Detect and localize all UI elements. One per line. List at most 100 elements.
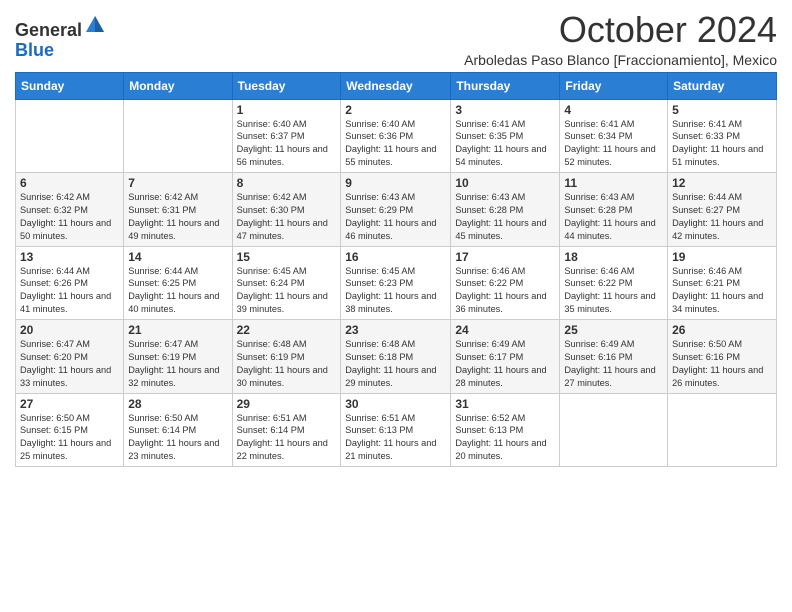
day-number: 26 [672,323,772,337]
calendar-week-row: 1Sunrise: 6:40 AMSunset: 6:37 PMDaylight… [16,99,777,173]
calendar-day-cell: 24Sunrise: 6:49 AMSunset: 6:17 PMDayligh… [451,320,560,394]
day-number: 25 [564,323,663,337]
calendar-week-row: 20Sunrise: 6:47 AMSunset: 6:20 PMDayligh… [16,320,777,394]
calendar-week-row: 13Sunrise: 6:44 AMSunset: 6:26 PMDayligh… [16,246,777,320]
day-number: 9 [345,176,446,190]
day-number: 24 [455,323,555,337]
calendar-day-cell: 8Sunrise: 6:42 AMSunset: 6:30 PMDaylight… [232,173,341,247]
day-number: 27 [20,397,119,411]
location-title: Arboledas Paso Blanco [Fraccionamiento],… [464,52,777,68]
day-header-tuesday: Tuesday [232,72,341,99]
day-number: 8 [237,176,337,190]
logo-general: General [15,20,82,40]
day-number: 22 [237,323,337,337]
title-block: October 2024 Arboledas Paso Blanco [Frac… [464,10,777,68]
day-number: 29 [237,397,337,411]
calendar-day-cell: 9Sunrise: 6:43 AMSunset: 6:29 PMDaylight… [341,173,451,247]
calendar-day-cell: 28Sunrise: 6:50 AMSunset: 6:14 PMDayligh… [124,393,232,467]
day-number: 4 [564,103,663,117]
calendar-day-cell: 12Sunrise: 6:44 AMSunset: 6:27 PMDayligh… [668,173,777,247]
day-info: Sunrise: 6:52 AMSunset: 6:13 PMDaylight:… [455,412,555,464]
day-info: Sunrise: 6:40 AMSunset: 6:37 PMDaylight:… [237,118,337,170]
calendar-day-cell: 2Sunrise: 6:40 AMSunset: 6:36 PMDaylight… [341,99,451,173]
calendar-day-cell: 23Sunrise: 6:48 AMSunset: 6:18 PMDayligh… [341,320,451,394]
logo-blue: Blue [15,40,54,60]
calendar-day-cell: 29Sunrise: 6:51 AMSunset: 6:14 PMDayligh… [232,393,341,467]
calendar-day-cell: 17Sunrise: 6:46 AMSunset: 6:22 PMDayligh… [451,246,560,320]
day-info: Sunrise: 6:47 AMSunset: 6:20 PMDaylight:… [20,338,119,390]
day-number: 17 [455,250,555,264]
day-header-monday: Monday [124,72,232,99]
day-number: 30 [345,397,446,411]
calendar-day-cell: 20Sunrise: 6:47 AMSunset: 6:20 PMDayligh… [16,320,124,394]
calendar-day-cell: 19Sunrise: 6:46 AMSunset: 6:21 PMDayligh… [668,246,777,320]
day-number: 15 [237,250,337,264]
day-header-friday: Friday [560,72,668,99]
calendar-day-cell: 26Sunrise: 6:50 AMSunset: 6:16 PMDayligh… [668,320,777,394]
day-number: 31 [455,397,555,411]
calendar-day-cell: 21Sunrise: 6:47 AMSunset: 6:19 PMDayligh… [124,320,232,394]
day-info: Sunrise: 6:49 AMSunset: 6:16 PMDaylight:… [564,338,663,390]
day-info: Sunrise: 6:49 AMSunset: 6:17 PMDaylight:… [455,338,555,390]
day-info: Sunrise: 6:51 AMSunset: 6:13 PMDaylight:… [345,412,446,464]
calendar-day-cell: 5Sunrise: 6:41 AMSunset: 6:33 PMDaylight… [668,99,777,173]
day-number: 1 [237,103,337,117]
calendar-day-cell: 6Sunrise: 6:42 AMSunset: 6:32 PMDaylight… [16,173,124,247]
day-number: 23 [345,323,446,337]
day-info: Sunrise: 6:42 AMSunset: 6:32 PMDaylight:… [20,191,119,243]
day-info: Sunrise: 6:42 AMSunset: 6:31 PMDaylight:… [128,191,227,243]
day-number: 14 [128,250,227,264]
calendar-week-row: 27Sunrise: 6:50 AMSunset: 6:15 PMDayligh… [16,393,777,467]
month-title: October 2024 [464,10,777,50]
day-header-saturday: Saturday [668,72,777,99]
day-number: 16 [345,250,446,264]
day-info: Sunrise: 6:45 AMSunset: 6:23 PMDaylight:… [345,265,446,317]
day-number: 7 [128,176,227,190]
day-number: 18 [564,250,663,264]
day-number: 13 [20,250,119,264]
day-number: 20 [20,323,119,337]
day-info: Sunrise: 6:48 AMSunset: 6:19 PMDaylight:… [237,338,337,390]
day-info: Sunrise: 6:47 AMSunset: 6:19 PMDaylight:… [128,338,227,390]
day-number: 11 [564,176,663,190]
day-header-wednesday: Wednesday [341,72,451,99]
day-info: Sunrise: 6:41 AMSunset: 6:33 PMDaylight:… [672,118,772,170]
day-info: Sunrise: 6:46 AMSunset: 6:21 PMDaylight:… [672,265,772,317]
calendar-day-cell [560,393,668,467]
day-info: Sunrise: 6:46 AMSunset: 6:22 PMDaylight:… [564,265,663,317]
day-info: Sunrise: 6:46 AMSunset: 6:22 PMDaylight:… [455,265,555,317]
calendar-day-cell: 14Sunrise: 6:44 AMSunset: 6:25 PMDayligh… [124,246,232,320]
day-info: Sunrise: 6:50 AMSunset: 6:14 PMDaylight:… [128,412,227,464]
day-number: 5 [672,103,772,117]
calendar-day-cell: 22Sunrise: 6:48 AMSunset: 6:19 PMDayligh… [232,320,341,394]
day-number: 2 [345,103,446,117]
day-info: Sunrise: 6:50 AMSunset: 6:15 PMDaylight:… [20,412,119,464]
calendar-week-row: 6Sunrise: 6:42 AMSunset: 6:32 PMDaylight… [16,173,777,247]
day-info: Sunrise: 6:42 AMSunset: 6:30 PMDaylight:… [237,191,337,243]
calendar-day-cell: 3Sunrise: 6:41 AMSunset: 6:35 PMDaylight… [451,99,560,173]
day-info: Sunrise: 6:44 AMSunset: 6:25 PMDaylight:… [128,265,227,317]
day-header-sunday: Sunday [16,72,124,99]
day-info: Sunrise: 6:43 AMSunset: 6:28 PMDaylight:… [455,191,555,243]
day-number: 6 [20,176,119,190]
day-info: Sunrise: 6:45 AMSunset: 6:24 PMDaylight:… [237,265,337,317]
calendar-day-cell: 10Sunrise: 6:43 AMSunset: 6:28 PMDayligh… [451,173,560,247]
calendar-day-cell [668,393,777,467]
calendar-day-cell: 4Sunrise: 6:41 AMSunset: 6:34 PMDaylight… [560,99,668,173]
day-info: Sunrise: 6:41 AMSunset: 6:34 PMDaylight:… [564,118,663,170]
calendar-day-cell: 1Sunrise: 6:40 AMSunset: 6:37 PMDaylight… [232,99,341,173]
day-info: Sunrise: 6:44 AMSunset: 6:26 PMDaylight:… [20,265,119,317]
calendar-header-row: SundayMondayTuesdayWednesdayThursdayFrid… [16,72,777,99]
calendar-day-cell: 31Sunrise: 6:52 AMSunset: 6:13 PMDayligh… [451,393,560,467]
calendar-day-cell: 25Sunrise: 6:49 AMSunset: 6:16 PMDayligh… [560,320,668,394]
day-info: Sunrise: 6:40 AMSunset: 6:36 PMDaylight:… [345,118,446,170]
calendar-table: SundayMondayTuesdayWednesdayThursdayFrid… [15,72,777,468]
calendar-day-cell: 16Sunrise: 6:45 AMSunset: 6:23 PMDayligh… [341,246,451,320]
day-info: Sunrise: 6:50 AMSunset: 6:16 PMDaylight:… [672,338,772,390]
day-number: 12 [672,176,772,190]
day-number: 21 [128,323,227,337]
calendar-day-cell: 18Sunrise: 6:46 AMSunset: 6:22 PMDayligh… [560,246,668,320]
logo: General Blue [15,14,106,61]
page-header: General Blue October 2024 Arboledas Paso… [15,10,777,68]
calendar-day-cell [16,99,124,173]
